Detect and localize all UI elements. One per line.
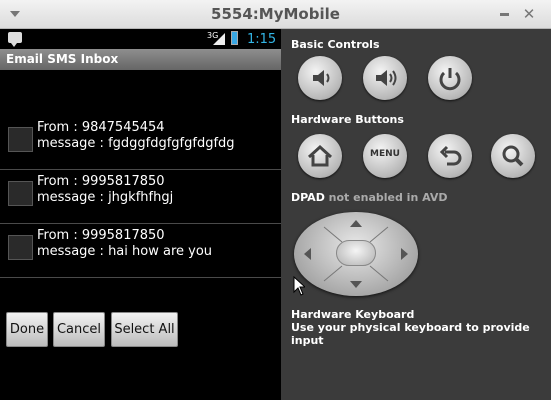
volume-up-button[interactable] <box>363 56 407 100</box>
window-titlebar: 5554:MyMobile ✕ <box>0 0 551 29</box>
sms-from: From : 9995817850 <box>37 228 165 243</box>
signal-icon <box>213 33 225 45</box>
keyboard-title: Hardware Keyboard <box>291 308 415 321</box>
select-checkbox[interactable] <box>8 127 33 152</box>
list-item[interactable]: From : 9995817850 message : jhgkfhfhgj <box>0 170 281 224</box>
back-icon <box>439 145 462 166</box>
dpad-center-button[interactable] <box>336 240 376 266</box>
list-item[interactable]: From : 9847545454 message : fgdggfdgfgfg… <box>0 116 281 170</box>
keyboard-description: Use your physical keyboard to provide in… <box>291 321 530 347</box>
volume-down-icon <box>313 70 330 86</box>
sms-message: message : jhgkfhfhgj <box>37 190 174 205</box>
notification-icon <box>8 32 22 47</box>
window-title: 5554:MyMobile <box>211 5 340 23</box>
sms-from: From : 9995817850 <box>37 174 165 189</box>
status-bar: 3G 1:15 <box>0 29 281 49</box>
volume-down-button[interactable] <box>298 56 342 100</box>
battery-icon <box>231 31 238 45</box>
sms-message: message : fgdggfdgfgfgfdgfdg <box>37 136 235 151</box>
done-button[interactable]: Done <box>6 312 48 347</box>
basic-controls-label: Basic Controls <box>291 38 380 51</box>
hardware-buttons-label: Hardware Buttons <box>291 113 404 126</box>
back-button[interactable] <box>428 134 472 178</box>
select-checkbox[interactable] <box>8 235 33 260</box>
dpad-control[interactable] <box>294 212 418 296</box>
sms-from: From : 9847545454 <box>37 120 165 135</box>
cancel-button[interactable]: Cancel <box>53 312 105 347</box>
app-title: Email SMS Inbox <box>0 49 281 70</box>
volume-up-icon <box>376 70 397 86</box>
sms-message: message : hai how are you <box>37 244 213 259</box>
dpad-label: DPAD not enabled in AVD <box>291 191 448 204</box>
close-icon[interactable]: ✕ <box>521 6 537 22</box>
dpad-note: not enabled in AVD <box>328 191 448 204</box>
search-button[interactable] <box>491 134 535 178</box>
home-button[interactable] <box>298 134 342 178</box>
minimize-icon[interactable] <box>500 13 509 16</box>
select-checkbox[interactable] <box>8 181 33 206</box>
home-icon <box>307 144 333 167</box>
mouse-cursor-icon <box>293 276 305 296</box>
dpad-title: DPAD <box>291 191 325 204</box>
power-button[interactable] <box>428 56 472 100</box>
controls-panel: Basic Controls Hardware Buttons MENU DPA… <box>281 29 551 400</box>
select-all-button[interactable]: Select All <box>111 312 178 347</box>
list-item[interactable]: From : 9995817850 message : hai how are … <box>0 224 281 278</box>
menu-button[interactable]: MENU <box>363 134 407 178</box>
emulator-screen[interactable]: 3G 1:15 Email SMS Inbox From : 984754545… <box>0 29 281 400</box>
search-icon <box>502 145 524 167</box>
power-icon <box>439 68 461 91</box>
menu-label: MENU <box>370 149 400 159</box>
status-time: 1:15 <box>247 32 277 47</box>
